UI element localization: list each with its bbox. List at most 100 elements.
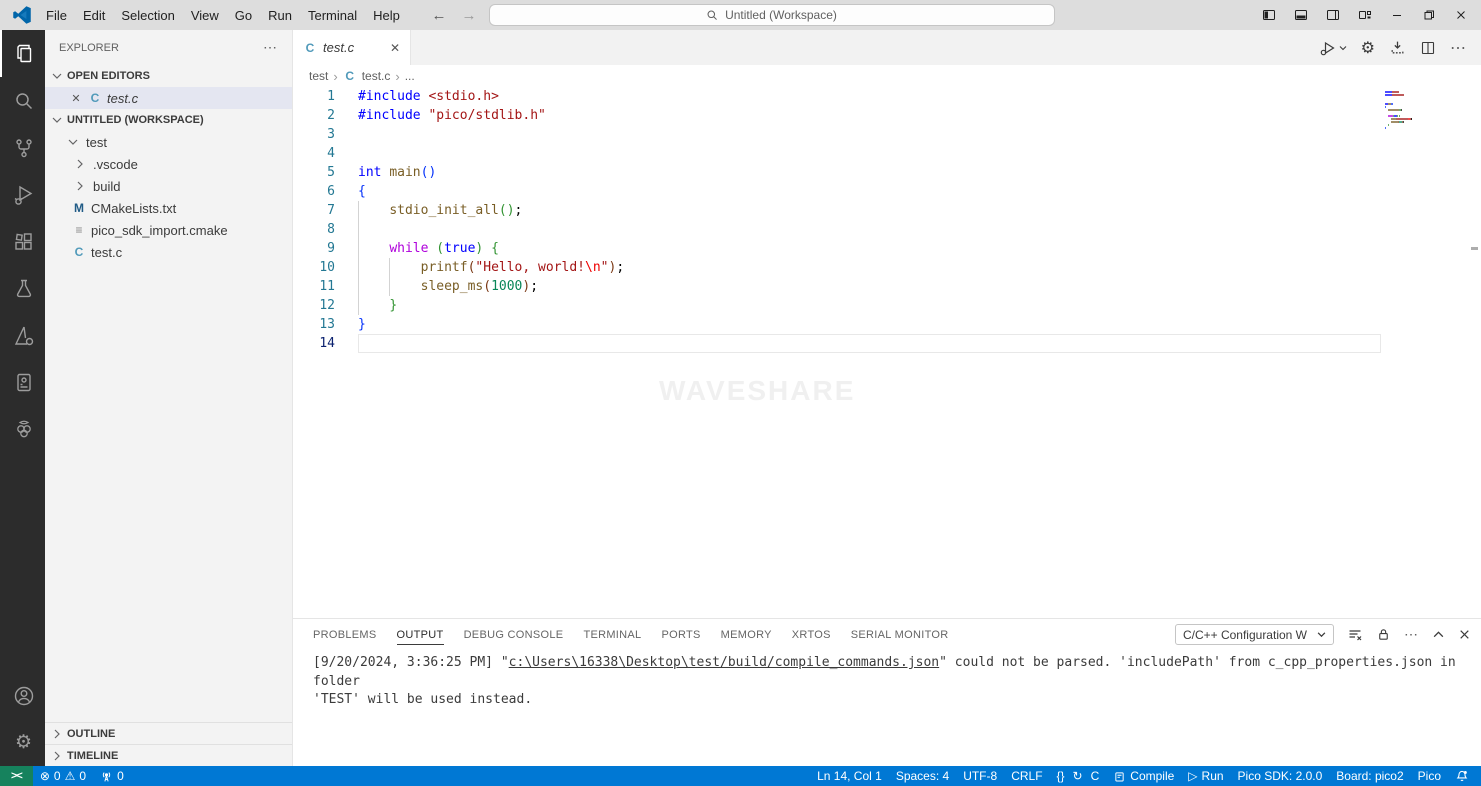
restore-button[interactable] [1415, 2, 1443, 28]
menu-selection[interactable]: Selection [113, 8, 182, 23]
close-panel-icon[interactable] [1458, 628, 1471, 641]
tree-item-test-c[interactable]: Ctest.c [45, 241, 292, 263]
clear-output-icon[interactable] [1347, 627, 1363, 643]
breadcrumb-file[interactable]: test.c [362, 69, 391, 83]
search-view-icon[interactable] [0, 77, 45, 124]
code-line-3[interactable]: 3 [293, 125, 1481, 144]
run-and-debug-icon[interactable] [0, 171, 45, 218]
close-editor-icon[interactable]: ✕ [69, 92, 83, 105]
tree-item-test[interactable]: test [45, 131, 292, 153]
menu-help[interactable]: Help [365, 8, 408, 23]
explorer-icon[interactable] [0, 30, 45, 77]
tree-item-cmakelists-txt[interactable]: M CMakeLists.txt [45, 197, 292, 219]
panel-tab-terminal[interactable]: TERMINAL [573, 619, 651, 650]
code-line-6[interactable]: 6{ [293, 182, 1481, 201]
pico-status[interactable]: Pico [1411, 769, 1448, 783]
eol-sequence[interactable]: CRLF [1004, 769, 1049, 783]
configure-gear-icon[interactable]: ⚙ [1361, 38, 1375, 58]
cursor-position[interactable]: Ln 14, Col 1 [810, 769, 889, 783]
code-editor[interactable]: 1 #include <stdio.h> 2 #include "pico/stdli… [293, 87, 1481, 618]
minimize-button[interactable] [1383, 2, 1411, 28]
outline-section-header[interactable]: OUTLINE [45, 722, 292, 744]
bell-icon [1456, 770, 1468, 782]
customize-layout-icon[interactable] [1351, 2, 1379, 28]
board-selector[interactable]: Board: pico2 [1329, 769, 1410, 783]
run-button[interactable]: ▷ Run [1181, 769, 1230, 783]
menu-file[interactable]: File [38, 8, 75, 23]
close-window-button[interactable] [1447, 2, 1475, 28]
panel-tab-problems[interactable]: PROBLEMS [303, 619, 387, 650]
pico-project-icon[interactable] [0, 359, 45, 406]
toggle-secondary-sidebar-icon[interactable] [1319, 2, 1347, 28]
explorer-more-actions-icon[interactable]: ⋯ [263, 39, 278, 56]
panel-tab-xrtos[interactable]: XRTOS [782, 619, 841, 650]
panel-tab-serial-monitor[interactable]: SERIAL MONITOR [841, 619, 959, 650]
ports-forwarded-indicator[interactable]: 0 [93, 766, 131, 786]
raspberry-pi-icon[interactable] [0, 406, 45, 453]
output-file-link[interactable]: c:\Users\16338\Desktop\test/build/compil… [509, 655, 939, 670]
open-editor-item-test-c[interactable]: ✕ C test.c [45, 87, 292, 109]
code-line-14[interactable]: 14 [293, 334, 1481, 353]
extensions-icon[interactable] [0, 218, 45, 265]
compile-button[interactable]: Compile [1106, 769, 1181, 783]
tree-item-build[interactable]: build [45, 175, 292, 197]
settings-gear-icon[interactable]: ⚙ [0, 719, 45, 766]
menu-edit[interactable]: Edit [75, 8, 113, 23]
split-editor-icon[interactable] [1420, 40, 1436, 56]
panel-tab-memory[interactable]: MEMORY [711, 619, 782, 650]
code-line-8[interactable]: 8 [293, 220, 1481, 239]
tree-item-pico-sdk-import-cmake[interactable]: ≡ pico_sdk_import.cmake [45, 219, 292, 241]
more-actions-icon[interactable]: ⋯ [1450, 38, 1467, 58]
line-content [358, 220, 1481, 239]
toggle-panel-icon[interactable] [1287, 2, 1315, 28]
remote-indicator[interactable]: >< [0, 766, 33, 786]
code-line-10[interactable]: 10 printf("Hello, world!\n"); [293, 258, 1481, 277]
menu-run[interactable]: Run [260, 8, 300, 23]
flash-download-icon[interactable] [1389, 39, 1406, 56]
maximize-panel-icon[interactable] [1432, 628, 1445, 641]
account-icon[interactable] [0, 672, 45, 719]
code-line-7[interactable]: 7 stdio_init_all(); [293, 201, 1481, 220]
output-channel-dropdown[interactable]: C/C++ Configuration W [1174, 624, 1334, 645]
breadcrumb-folder[interactable]: test [309, 69, 328, 83]
tab-close-icon[interactable]: ✕ [390, 41, 400, 55]
tree-item--vscode[interactable]: .vscode [45, 153, 292, 175]
language-mode[interactable]: {} ↻ C [1050, 769, 1107, 783]
panel-more-actions-icon[interactable]: ⋯ [1404, 626, 1419, 643]
minimap-line [1385, 121, 1433, 123]
run-or-debug-button[interactable] [1319, 39, 1347, 57]
navigate-forward-icon[interactable]: → [459, 7, 480, 24]
menu-terminal[interactable]: Terminal [300, 8, 365, 23]
code-line-12[interactable]: 12 } [293, 296, 1481, 315]
toggle-primary-sidebar-icon[interactable] [1255, 2, 1283, 28]
cmake-tools-icon[interactable] [0, 312, 45, 359]
problems-indicator[interactable]: ⊗ 0 ⚠ 0 [33, 766, 93, 786]
open-editors-section-header[interactable]: OPEN EDITORS [45, 65, 292, 87]
menu-view[interactable]: View [183, 8, 227, 23]
testing-icon[interactable] [0, 265, 45, 312]
pico-sdk-version[interactable]: Pico SDK: 2.0.0 [1231, 769, 1330, 783]
code-line-13[interactable]: 13} [293, 315, 1481, 334]
breadcrumb-symbol[interactable]: ... [405, 69, 415, 83]
lock-scroll-icon[interactable] [1376, 627, 1391, 642]
workspace-section-header[interactable]: UNTITLED (WORKSPACE) [45, 109, 292, 131]
command-center-search[interactable]: Untitled (Workspace) [488, 4, 1055, 26]
panel-tab-ports[interactable]: PORTS [651, 619, 710, 650]
panel-tab-debug-console[interactable]: DEBUG CONSOLE [454, 619, 574, 650]
code-line-1[interactable]: 1 #include <stdio.h> [293, 87, 1481, 106]
code-line-4[interactable]: 4 [293, 144, 1481, 163]
menu-go[interactable]: Go [227, 8, 260, 23]
code-line-9[interactable]: 9 while (true) { [293, 239, 1481, 258]
notifications-bell[interactable] [1448, 769, 1481, 783]
encoding[interactable]: UTF-8 [956, 769, 1004, 783]
tab-test-c[interactable]: C test.c ✕ [293, 30, 411, 65]
timeline-section-header[interactable]: TIMELINE [45, 744, 292, 766]
minimap[interactable] [1385, 91, 1433, 133]
navigate-back-icon[interactable]: ← [429, 7, 450, 24]
code-line-11[interactable]: 11 sleep_ms(1000); [293, 277, 1481, 296]
indentation[interactable]: Spaces: 4 [889, 769, 956, 783]
source-control-icon[interactable] [0, 124, 45, 171]
code-line-2[interactable]: 2 #include "pico/stdlib.h" [293, 106, 1481, 125]
code-line-5[interactable]: 5 int main() [293, 163, 1481, 182]
panel-tab-output[interactable]: OUTPUT [387, 619, 454, 650]
